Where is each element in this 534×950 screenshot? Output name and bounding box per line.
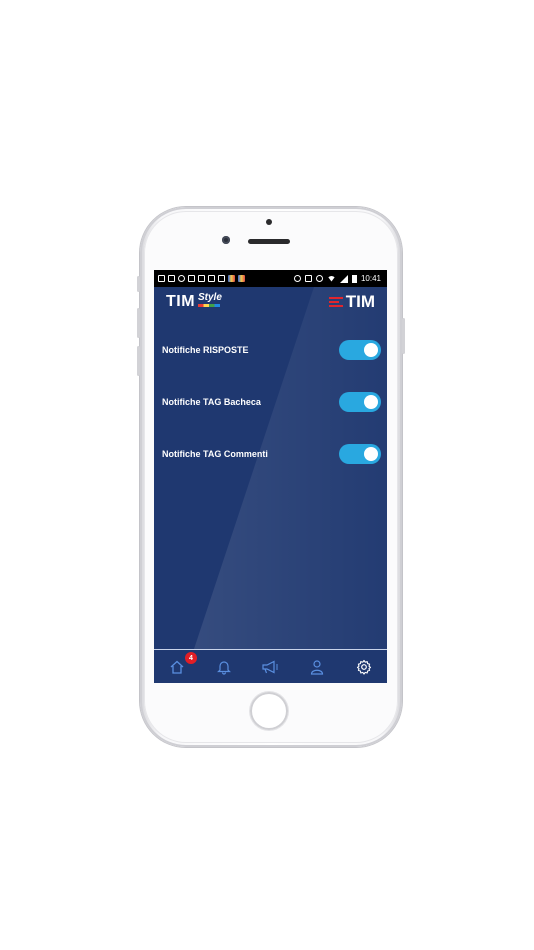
setting-row-tag-bacheca: Notifiche TAG Bacheca bbox=[162, 391, 381, 413]
app-icon bbox=[228, 275, 235, 282]
user-icon bbox=[310, 660, 324, 675]
home-icon bbox=[170, 660, 184, 674]
background-sheen bbox=[194, 287, 387, 649]
setting-label: Notifiche TAG Bacheca bbox=[162, 397, 261, 407]
bluetooth-icon bbox=[293, 275, 301, 282]
toggle-risposte[interactable] bbox=[339, 340, 381, 360]
wifi-icon bbox=[326, 275, 336, 282]
megaphone-icon bbox=[262, 660, 279, 674]
app-screen: 10:41 TIM Style TIM Notifiche RISPOSTE N… bbox=[154, 270, 387, 683]
calendar-icon bbox=[168, 275, 175, 282]
gallery-icon bbox=[218, 275, 225, 282]
logo-stripes bbox=[198, 304, 220, 307]
setting-row-tag-commenti: Notifiche TAG Commenti bbox=[162, 443, 381, 465]
tab-settings[interactable] bbox=[340, 651, 387, 683]
gallery-icon bbox=[198, 275, 205, 282]
signal-icon bbox=[339, 274, 348, 283]
power-button[interactable] bbox=[402, 318, 405, 354]
tab-profile[interactable] bbox=[294, 651, 341, 683]
toggle-tag-bacheca[interactable] bbox=[339, 392, 381, 412]
setting-label: Notifiche RISPOSTE bbox=[162, 345, 249, 355]
setting-row-risposte: Notifiche RISPOSTE bbox=[162, 339, 381, 361]
gear-icon bbox=[356, 659, 371, 675]
tabbar-divider bbox=[154, 649, 387, 650]
message-icon bbox=[158, 275, 165, 282]
mute-switch[interactable] bbox=[137, 276, 140, 292]
gallery-icon bbox=[208, 275, 215, 282]
front-camera bbox=[222, 236, 230, 244]
tab-home[interactable]: 4 bbox=[154, 651, 201, 683]
vibrate-icon bbox=[304, 275, 312, 282]
status-bar: 10:41 bbox=[154, 270, 387, 287]
status-time: 10:41 bbox=[360, 274, 381, 283]
tab-announcements[interactable] bbox=[247, 651, 294, 683]
style-logo-text: Style bbox=[198, 292, 222, 303]
home-button[interactable] bbox=[250, 692, 288, 730]
volume-down-button[interactable] bbox=[137, 346, 140, 376]
tim-logo-text: TIM bbox=[345, 292, 375, 311]
alarm-icon bbox=[315, 275, 323, 282]
volume-up-button[interactable] bbox=[137, 308, 140, 338]
home-badge: 4 bbox=[185, 652, 197, 664]
proximity-sensor bbox=[266, 219, 272, 225]
tim-style-logo-text: TIM bbox=[166, 293, 196, 310]
system-icons: 10:41 bbox=[293, 274, 387, 283]
battery-icon bbox=[351, 274, 357, 283]
app-icon bbox=[238, 275, 245, 282]
toggle-knob bbox=[364, 395, 378, 409]
tim-logo: TIM bbox=[328, 292, 375, 312]
toggle-tag-commenti[interactable] bbox=[339, 444, 381, 464]
bell-icon bbox=[216, 661, 231, 675]
setting-label: Notifiche TAG Commenti bbox=[162, 449, 268, 459]
tab-notifications[interactable] bbox=[201, 651, 248, 683]
tim-mark-icon bbox=[328, 297, 343, 307]
tab-bar: 4 bbox=[154, 651, 387, 683]
app-header: TIM Style TIM bbox=[154, 287, 387, 317]
earpiece-speaker bbox=[248, 239, 290, 244]
toggle-knob bbox=[364, 343, 378, 357]
toggle-knob bbox=[364, 447, 378, 461]
notification-icons bbox=[154, 275, 245, 282]
whatsapp-icon bbox=[178, 275, 185, 282]
mail-icon bbox=[188, 275, 195, 282]
